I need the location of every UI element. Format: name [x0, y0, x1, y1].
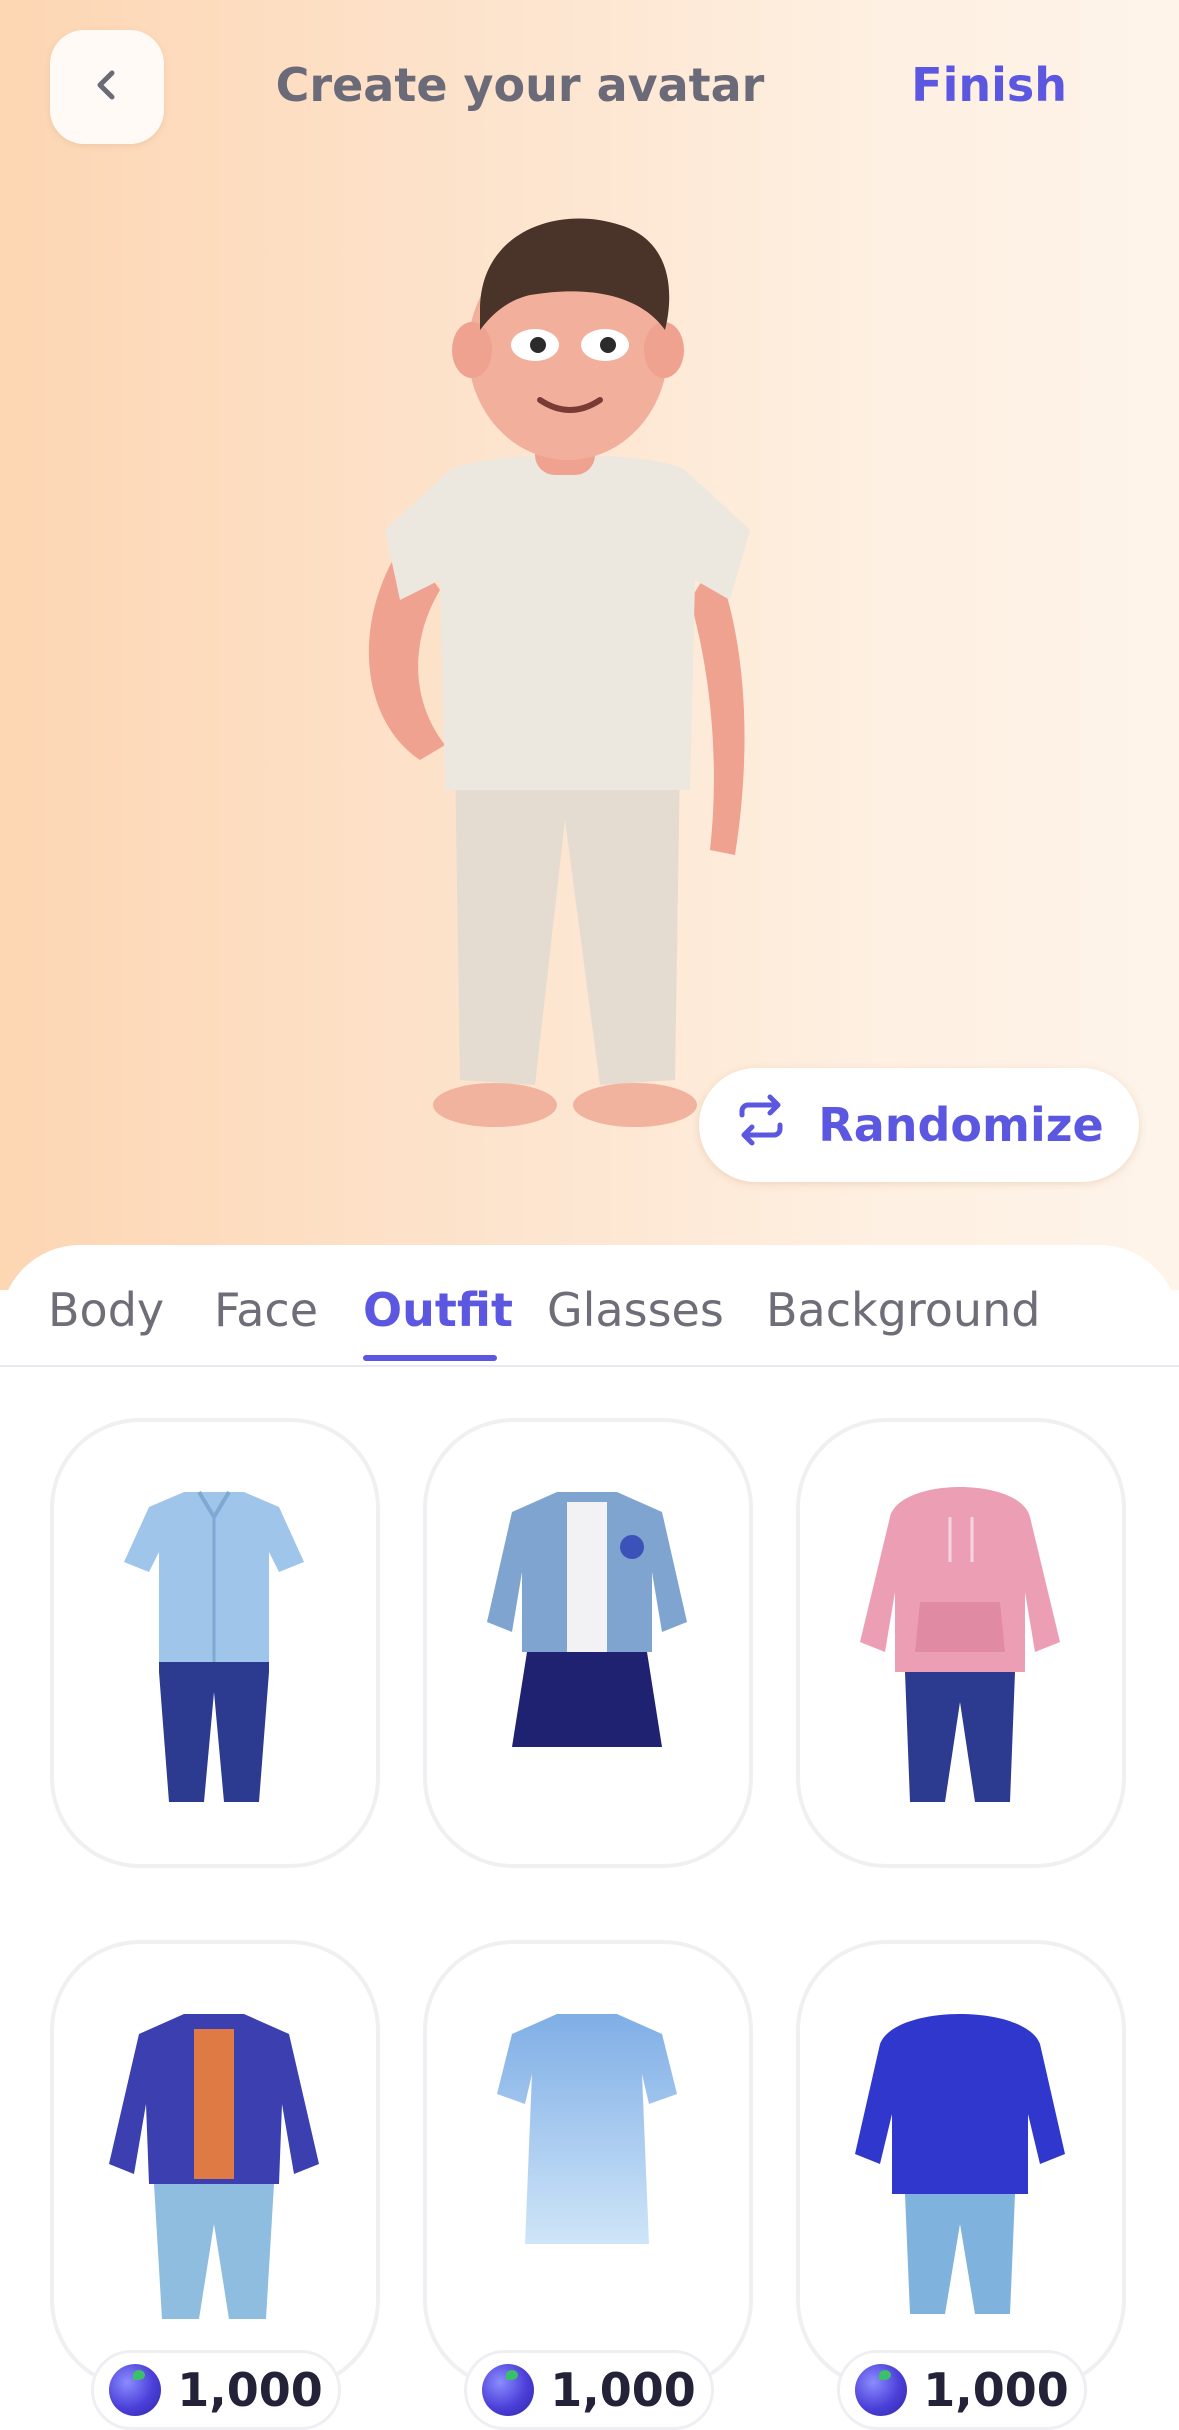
price-value: 1,000: [923, 2363, 1069, 2417]
price-tag: 1,000: [464, 2350, 714, 2430]
outfit-option-light-blue-dress[interactable]: [423, 1940, 753, 2390]
outfit-thumbnail: [855, 2014, 1065, 2314]
outfit-option-blue-fluffy-sweater-jeans[interactable]: [796, 1940, 1126, 2390]
outfit-option-navy-jacket-orange-top[interactable]: [50, 1940, 380, 2390]
tab-background[interactable]: Background: [766, 1283, 1040, 1337]
coin-icon: [855, 2364, 908, 2416]
outfit-option-pink-hoodie-jeans[interactable]: [796, 1418, 1126, 1868]
outfit-thumbnail: [487, 1492, 687, 1747]
outfit-thumbnail: [109, 2014, 319, 2319]
tab-body[interactable]: Body: [48, 1283, 164, 1337]
tab-glasses[interactable]: Glasses: [547, 1283, 724, 1337]
price-tag: 1,000: [837, 2350, 1087, 2430]
tab-face[interactable]: Face: [214, 1283, 318, 1337]
price-value: 1,000: [550, 2363, 696, 2417]
outfit-option-light-blue-shirt-jeans[interactable]: [50, 1418, 380, 1868]
outfit-thumbnail: [860, 1487, 1060, 1802]
price-value: 1,000: [177, 2363, 323, 2417]
randomize-label: Randomize: [818, 1098, 1104, 1152]
randomize-button[interactable]: Randomize: [699, 1068, 1139, 1182]
avatar-figure: [368, 218, 750, 1127]
active-tab-indicator: [363, 1355, 497, 1361]
coin-icon: [482, 2364, 535, 2416]
tab-outfit[interactable]: Outfit: [363, 1283, 513, 1337]
category-tabs: Body Face Outfit Glasses Background: [0, 1245, 1179, 1367]
outfit-thumbnail: [497, 2014, 677, 2244]
finish-button[interactable]: Finish: [911, 58, 1067, 112]
shuffle-icon: [734, 1093, 788, 1158]
price-tag: 1,000: [91, 2350, 341, 2430]
outfit-thumbnail: [124, 1490, 304, 1802]
outfit-option-denim-jacket-skirt[interactable]: [423, 1418, 753, 1868]
page-title: Create your avatar: [275, 58, 765, 112]
coin-icon: [109, 2364, 162, 2416]
